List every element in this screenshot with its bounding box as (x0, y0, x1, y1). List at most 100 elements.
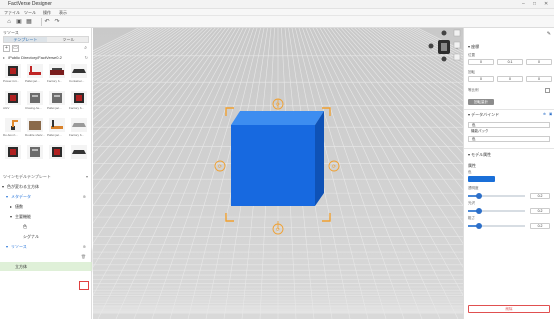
asset-thumbnail (49, 64, 65, 78)
scene-viewport[interactable]: ⟳ ⟳ ⟳ ⟳ (93, 28, 463, 319)
asset-tile[interactable] (3, 145, 23, 165)
viewport-canvas[interactable]: ⟳ ⟳ ⟳ ⟳ (93, 28, 463, 319)
slider-track[interactable] (468, 193, 525, 199)
asset-tile[interactable]: Factory b... (47, 64, 67, 84)
binding-settings-icon[interactable]: ▣ (549, 112, 552, 116)
binding-field-color-2[interactable]: 色 (468, 136, 550, 142)
asset-tile[interactable]: Container... (69, 64, 89, 84)
tree-row[interactable]: ▸ 値数 (0, 202, 92, 211)
rotation-x-field[interactable]: 0 (468, 76, 494, 82)
asset-label: Closing-he... (25, 106, 42, 110)
uniform-scale-label: 等比例 (468, 88, 479, 92)
tree-row[interactable]: ▾ メタデータ ⊕ (0, 192, 92, 201)
redo-icon[interactable]: ↷ (53, 18, 61, 26)
asset-tile[interactable] (47, 145, 67, 165)
slider-knob[interactable] (476, 223, 483, 229)
asset-label: Do-box-h... (3, 133, 18, 137)
trash-icon[interactable]: 🗑 (81, 252, 86, 261)
rotation-z-field[interactable]: 0 (526, 76, 552, 82)
refresh-icon[interactable]: ↻ (85, 55, 88, 60)
slider-value-field[interactable]: 0.2 (530, 223, 550, 229)
menu-bar: ファイル ツール 操作 表示 (0, 9, 554, 16)
uniform-scale-checkbox[interactable] (545, 88, 550, 93)
asset-label: Power-Gri... (3, 79, 20, 83)
resource-panel: リソース テンプレート ツール + ▭ ⌕ ▸ /Public Director… (0, 28, 92, 319)
asset-tile[interactable]: Double shelv... (25, 118, 45, 138)
reset-rotation-button[interactable]: 回転量計 (468, 99, 494, 105)
asset-thumbnail (5, 64, 21, 78)
tree-row[interactable]: 立方体 (0, 262, 92, 271)
asset-thumbnail (49, 91, 65, 105)
slider-value-field[interactable]: 0.2 (530, 193, 550, 199)
asset-tile[interactable]: Power-Gri... (3, 64, 23, 84)
tab-templates[interactable]: テンプレート (4, 37, 47, 42)
asset-tile[interactable]: Closing-he... (25, 91, 45, 111)
binding-field-color[interactable]: 色 (468, 122, 550, 128)
gizmo-bottom-icon (441, 56, 447, 62)
asset-label: Factory b... (69, 133, 85, 137)
resource-tabs: テンプレート ツール (3, 36, 89, 43)
asset-tile[interactable]: Do-box-h... (3, 118, 23, 138)
rotation-label: 回転 (468, 70, 475, 74)
tree-arrow-icon[interactable]: ▾ (10, 212, 12, 221)
close-button[interactable]: ✕ (544, 1, 548, 7)
add-folder-button[interactable]: + (3, 45, 10, 52)
tab-tools[interactable]: ツール (47, 37, 90, 42)
tree-row[interactable]: シグナル (0, 232, 92, 241)
position-z-field[interactable]: 0 (526, 59, 552, 65)
color-swatch[interactable] (468, 176, 495, 182)
minimize-button[interactable]: – (522, 1, 525, 7)
undo-icon[interactable]: ↶ (43, 18, 51, 26)
app-title: FactVerse Designer (8, 1, 52, 7)
add-binding-icon[interactable]: ⊕ (543, 112, 546, 116)
rotation-y-field[interactable]: 0 (497, 76, 523, 82)
asset-tile[interactable]: AGV (3, 91, 23, 111)
asset-tile[interactable]: Factory b... (69, 91, 89, 111)
calendar-icon[interactable]: ▦ (25, 18, 33, 26)
add-icon[interactable]: ⊕ (83, 192, 86, 201)
add-icon[interactable]: ⊕ (83, 242, 86, 251)
tree-row[interactable]: ▾ 主要機能 (0, 212, 92, 221)
slider-track[interactable] (468, 208, 525, 214)
expand-icon[interactable]: ▾ (86, 174, 88, 179)
asset-tile[interactable] (25, 145, 45, 165)
slider-knob[interactable] (476, 193, 483, 199)
slider-label: 透明度 (468, 186, 479, 190)
asset-tile[interactable]: Pallet jac... (47, 91, 67, 111)
asset-tile[interactable]: Pallet jac... (25, 64, 45, 84)
asset-thumbnail (49, 145, 65, 159)
data-binding-title: ▾ データバインド (468, 112, 500, 117)
color-label: 色 (468, 170, 472, 174)
maximize-button[interactable]: □ (533, 1, 536, 7)
gizmo-left-icon (428, 43, 434, 49)
asset-label: Pallet jac... (47, 106, 62, 110)
slider-knob[interactable] (476, 208, 483, 214)
asset-tile[interactable]: Factory b... (69, 118, 89, 138)
more-options-highlight[interactable] (79, 281, 89, 290)
tree-row[interactable]: ▾ リソース ⊕ (0, 242, 92, 251)
position-y-field[interactable]: 0.1 (497, 59, 523, 65)
slider-value-field[interactable]: 0.2 (530, 208, 550, 214)
folder-icon[interactable]: ▭ (12, 45, 19, 52)
asset-tile[interactable] (69, 145, 89, 165)
asset-label: Factory b... (47, 79, 63, 83)
tree-row[interactable]: ▾ 色が変わる立方体 (0, 182, 92, 191)
tree-row[interactable]: 色 (0, 222, 92, 231)
asset-tile[interactable]: Pallet jac... (47, 118, 67, 138)
home-icon[interactable]: ⌂ (5, 18, 13, 26)
tree-label: 値数 (15, 204, 23, 209)
tree-arrow-icon[interactable]: ▾ (6, 242, 8, 251)
toolbar-divider (41, 18, 42, 26)
tree-arrow-icon[interactable]: ▾ (2, 182, 4, 191)
delete-button[interactable]: 削除 (468, 305, 550, 313)
tree-arrow-icon[interactable]: ▸ (10, 202, 12, 211)
search-icon[interactable]: ⌕ (84, 45, 87, 51)
slider-track[interactable] (468, 223, 525, 229)
edit-icon[interactable]: ✎ (547, 31, 551, 37)
tree-arrow-icon[interactable]: ▾ (6, 192, 8, 201)
tree-row[interactable]: 🗑 (0, 252, 92, 261)
save-icon[interactable]: ▣ (15, 18, 23, 26)
asset-thumbnail (27, 64, 43, 78)
asset-thumbnail (27, 145, 43, 159)
position-x-field[interactable]: 0 (468, 59, 494, 65)
